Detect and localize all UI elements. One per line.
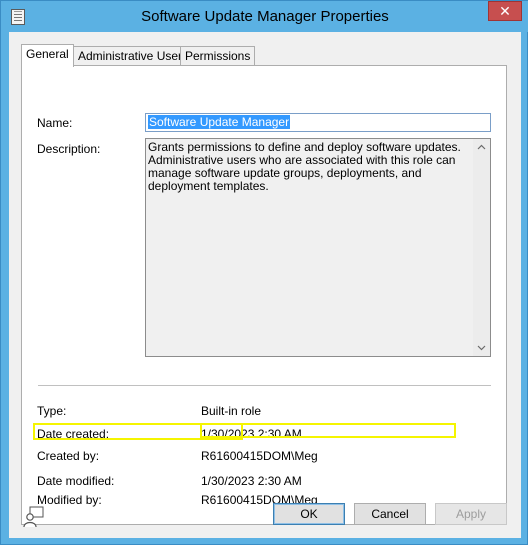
created-by-value: R61600415DOM\Meg (201, 449, 318, 463)
tab-general[interactable]: General (21, 44, 74, 67)
properties-dialog: Software Update Manager Properties ✕ Gen… (0, 0, 528, 545)
ok-button[interactable]: OK (273, 503, 345, 525)
close-button[interactable]: ✕ (488, 1, 522, 21)
chevron-up-icon[interactable] (473, 139, 490, 156)
name-label: Name: (37, 116, 73, 130)
user-role-icon (23, 506, 45, 528)
apply-button[interactable]: Apply (435, 503, 507, 525)
description-text: Grants permissions to define and deploy … (148, 140, 461, 193)
date-modified-value: 1/30/2023 2:30 AM (201, 474, 302, 488)
title-bar[interactable]: Software Update Manager Properties ✕ (1, 1, 528, 32)
dialog-client-area: General Administrative Users Permissions… (9, 32, 521, 538)
window-title: Software Update Manager Properties (141, 8, 389, 25)
section-divider (38, 385, 491, 386)
tab-permissions[interactable]: Permissions (180, 46, 256, 66)
description-scrollbar[interactable] (473, 139, 490, 356)
general-tab-panel: Name: Software Update Manager Descriptio… (21, 65, 507, 525)
description-field[interactable]: Grants permissions to define and deploy … (145, 138, 491, 357)
created-by-label: Created by: (37, 449, 100, 463)
type-label: Type: (37, 404, 67, 418)
tab-administrative-users[interactable]: Administrative Users (73, 46, 194, 66)
name-field[interactable]: Software Update Manager (145, 113, 491, 132)
date-created-value: 1/30/2023 2:30 AM (201, 427, 302, 441)
chevron-down-icon[interactable] (473, 339, 490, 356)
description-label: Description: (37, 142, 101, 156)
date-modified-label: Date modified: (37, 474, 115, 488)
modified-by-label: Modified by: (37, 493, 102, 507)
type-value: Built-in role (201, 404, 262, 418)
name-field-value: Software Update Manager (148, 115, 291, 129)
date-created-label: Date created: (37, 427, 110, 441)
cancel-button[interactable]: Cancel (354, 503, 426, 525)
